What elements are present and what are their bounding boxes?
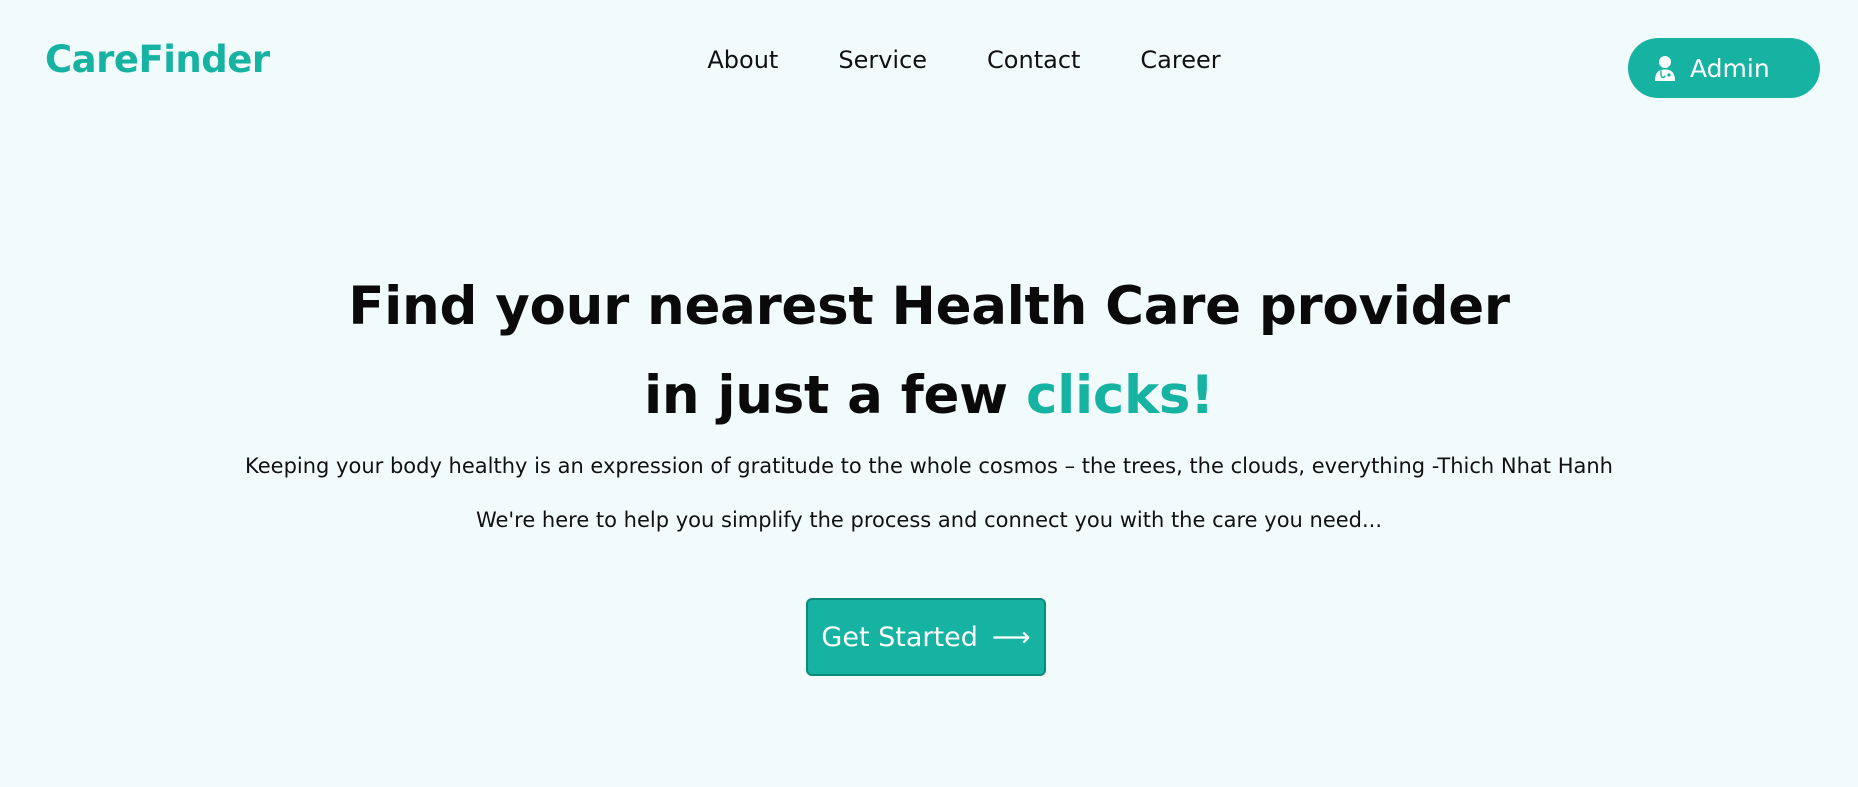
get-started-label: Get Started: [821, 621, 978, 653]
hero-tagline: We're here to help you simplify the proc…: [475, 508, 1383, 532]
hero-title-line2-prefix: in just a few: [643, 365, 1026, 426]
nav-link-service[interactable]: Service: [838, 46, 927, 74]
admin-button[interactable]: Admin: [1628, 38, 1820, 98]
navbar: CareFinder About Service Contact Career …: [0, 0, 1858, 130]
hero-title: Find your nearest Health Care provider i…: [0, 262, 1858, 440]
arrow-right-icon: ⟶: [991, 621, 1031, 653]
hero-title-accent: clicks!: [1025, 365, 1215, 426]
hero-title-line1: Find your nearest Health Care provider: [348, 276, 1510, 337]
admin-button-label: Admin: [1690, 53, 1770, 83]
get-started-button[interactable]: Get Started ⟶: [806, 598, 1046, 676]
nav-link-career[interactable]: Career: [1140, 46, 1220, 74]
doctor-user-icon: [1654, 55, 1676, 81]
hero-section: Find your nearest Health Care provider i…: [0, 262, 1858, 532]
nav-links: About Service Contact Career: [0, 46, 1858, 74]
nav-link-contact[interactable]: Contact: [987, 46, 1080, 74]
nav-link-about[interactable]: About: [707, 46, 778, 74]
hero-quote: Keeping your body healthy is an expressi…: [245, 454, 1613, 478]
